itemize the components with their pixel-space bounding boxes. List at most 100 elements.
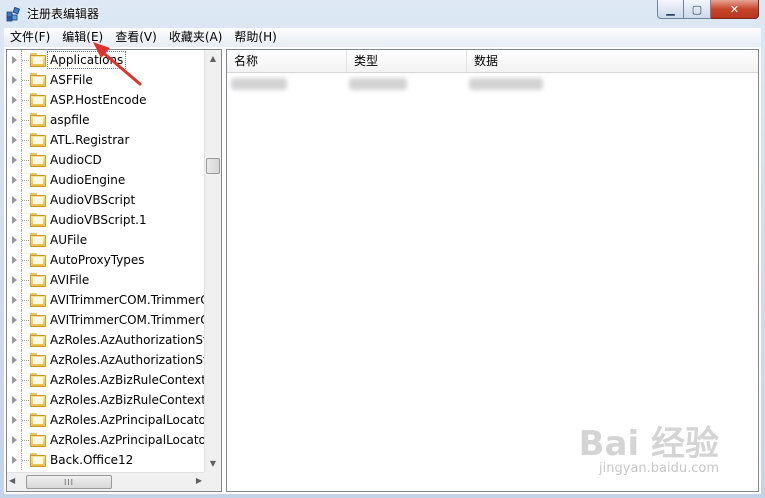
folder-icon [30, 433, 46, 447]
expand-arrow-icon[interactable] [12, 296, 17, 304]
tree-item-label: AudioVBScript [50, 193, 136, 207]
tree-connector [22, 380, 29, 381]
list-item[interactable] [227, 78, 758, 94]
tree-item[interactable]: AzRoles.AzBizRuleContext [7, 370, 204, 390]
expand-arrow-icon[interactable] [12, 356, 17, 364]
tree-item-label: AzRoles.AzPrincipalLocator [50, 413, 204, 427]
menu-favorites[interactable]: 收藏夹(A) [163, 28, 229, 47]
tree-connector [22, 400, 29, 401]
tree-item-label: AzRoles.AzBizRuleContext.1 [50, 393, 204, 407]
tree-horizontal-scrollbar[interactable]: ◀ III ▶ [7, 472, 204, 491]
tree-item-label: AudioEngine [50, 173, 126, 187]
tree-item[interactable]: AzRoles.AzPrincipalLocator [7, 410, 204, 430]
scroll-down-icon[interactable]: ▼ [205, 455, 221, 472]
close-button[interactable]: ✕ [711, 0, 759, 19]
expand-arrow-icon[interactable] [12, 76, 17, 84]
maximize-button[interactable]: ▢ [684, 0, 711, 19]
blurred-value-type [349, 78, 407, 90]
folder-icon [30, 453, 46, 467]
minimize-button[interactable]: ▁ [657, 0, 684, 19]
expand-arrow-icon[interactable] [12, 176, 17, 184]
folder-icon [30, 73, 46, 87]
tree-item[interactable]: AVITrimmerCOM.TrimmerC [7, 310, 204, 330]
tree-item-label: AUFile [50, 233, 88, 247]
scroll-left-icon[interactable]: ◀ [9, 476, 15, 485]
tree-connector [22, 360, 29, 361]
key-tree-pane[interactable]: Applications ASFFile ASP.HostEncode aspfile… [6, 49, 222, 492]
tree-item[interactable]: ATL.Registrar [7, 130, 204, 150]
tree-connector [22, 320, 29, 321]
horizontal-scroll-thumb[interactable]: III [26, 475, 112, 489]
expand-arrow-icon[interactable] [12, 56, 17, 64]
tree-item[interactable]: AudioCD [7, 150, 204, 170]
expand-arrow-icon[interactable] [12, 336, 17, 344]
tree-connector [22, 260, 29, 261]
tree-item[interactable]: Back.Office12 [7, 450, 204, 470]
tree-item[interactable]: ASP.HostEncode [7, 90, 204, 110]
key-tree[interactable]: Applications ASFFile ASP.HostEncode aspfile… [7, 50, 204, 472]
expand-arrow-icon[interactable] [12, 116, 17, 124]
folder-icon [30, 53, 46, 67]
menu-help[interactable]: 帮助(H) [228, 28, 282, 47]
folder-icon [30, 413, 46, 427]
tree-connector [22, 100, 29, 101]
tree-item[interactable]: AudioVBScript.1 [7, 210, 204, 230]
tree-item[interactable]: AUFile [7, 230, 204, 250]
tree-connector [22, 220, 29, 221]
menu-edit[interactable]: 编辑(E) [56, 28, 109, 47]
expand-arrow-icon[interactable] [12, 216, 17, 224]
folder-icon [30, 273, 46, 287]
tree-item[interactable]: AzRoles.AzPrincipalLocator [7, 430, 204, 450]
tree-item-label: AVITrimmerCOM.TrimmerC [50, 293, 204, 307]
tree-item[interactable]: AudioVBScript [7, 190, 204, 210]
scroll-up-icon[interactable]: ▲ [205, 50, 221, 67]
tree-connector [22, 300, 29, 301]
tree-item[interactable]: Applications [7, 50, 204, 70]
menu-bar: 文件(F) 编辑(E) 查看(V) 收藏夹(A) 帮助(H) [4, 28, 761, 47]
tree-item-label: ASP.HostEncode [50, 93, 147, 107]
expand-arrow-icon[interactable] [12, 196, 17, 204]
expand-arrow-icon[interactable] [12, 136, 17, 144]
tree-item-label: AzRoles.AzAuthorizationSto [50, 333, 204, 347]
vertical-scroll-thumb[interactable] [206, 158, 220, 174]
expand-arrow-icon[interactable] [12, 376, 17, 384]
expand-arrow-icon[interactable] [12, 156, 17, 164]
expand-arrow-icon[interactable] [12, 256, 17, 264]
folder-icon [30, 113, 46, 127]
expand-arrow-icon[interactable] [12, 276, 17, 284]
tree-item[interactable]: AzRoles.AzBizRuleContext.1 [7, 390, 204, 410]
tree-connector [22, 440, 29, 441]
tree-item-label: AVIFile [50, 273, 90, 287]
expand-arrow-icon[interactable] [12, 416, 17, 424]
folder-icon [30, 133, 46, 147]
folder-icon [30, 293, 46, 307]
expand-arrow-icon[interactable] [12, 436, 17, 444]
expand-arrow-icon[interactable] [12, 456, 17, 464]
tree-item[interactable]: AutoProxyTypes [7, 250, 204, 270]
expand-arrow-icon[interactable] [12, 236, 17, 244]
tree-item-label: AzRoles.AzBizRuleContext [50, 373, 204, 387]
expand-arrow-icon[interactable] [12, 96, 17, 104]
tree-item[interactable]: aspfile [7, 110, 204, 130]
expand-arrow-icon[interactable] [12, 316, 17, 324]
folder-icon [30, 193, 46, 207]
tree-item[interactable]: AudioEngine [7, 170, 204, 190]
menu-file[interactable]: 文件(F) [4, 28, 56, 47]
tree-vertical-scrollbar[interactable]: ▲ ▼ [204, 50, 221, 472]
column-header-type[interactable]: 类型 [347, 50, 467, 72]
tree-item[interactable]: AzRoles.AzAuthorizationSto [7, 330, 204, 350]
tree-item[interactable]: ASFFile [7, 70, 204, 90]
tree-item-label: Applications [47, 51, 127, 69]
column-header-data[interactable]: 数据 [467, 50, 758, 72]
tree-item-label: ASFFile [50, 73, 93, 87]
menu-view[interactable]: 查看(V) [109, 28, 163, 47]
tree-item[interactable]: AzRoles.AzAuthorizationSto [7, 350, 204, 370]
tree-item-label: AudioVBScript.1 [50, 213, 147, 227]
tree-item[interactable]: AVITrimmerCOM.TrimmerC [7, 290, 204, 310]
folder-icon [30, 173, 46, 187]
scroll-right-icon[interactable]: ▶ [196, 476, 202, 485]
tree-item[interactable]: AVIFile [7, 270, 204, 290]
title-bar[interactable]: 注册表编辑器 ▁ ▢ ✕ [0, 0, 765, 28]
column-header-name[interactable]: 名称 [227, 50, 347, 72]
expand-arrow-icon[interactable] [12, 396, 17, 404]
